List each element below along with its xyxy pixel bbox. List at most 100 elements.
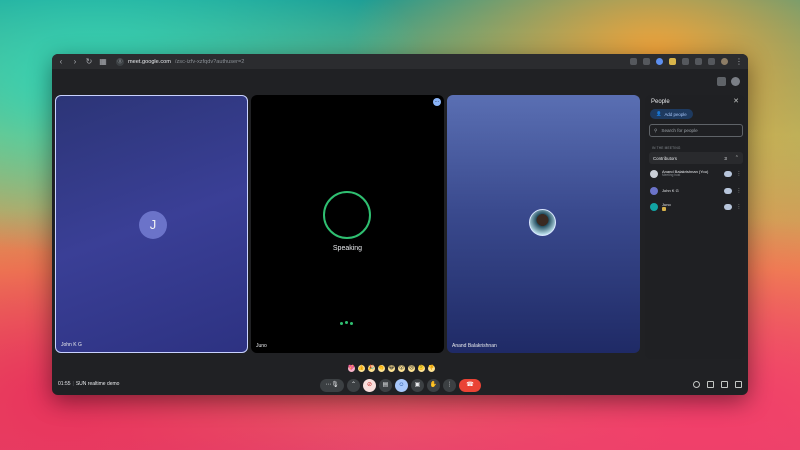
more-vert-icon[interactable]: ⋮ [736, 171, 742, 177]
person-info: Anand Balakrishnan (You) Meeting host [662, 169, 708, 178]
person-row[interactable]: Anand Balakrishnan (You) Meeting host ⋮ [650, 167, 742, 181]
reaction-emoji[interactable]: 🎉 [368, 364, 375, 372]
search-input[interactable]: ⚲ Search for people [649, 124, 743, 137]
bookmark-icon[interactable] [643, 58, 650, 65]
person-avatar [650, 170, 658, 178]
add-people-label: Add people [664, 111, 687, 117]
camera-off-icon[interactable]: ⊘ [363, 379, 376, 392]
audio-dot [340, 322, 343, 325]
chevron-up-icon: ⌃ [734, 155, 739, 161]
forward-icon[interactable]: › [70, 54, 80, 69]
participant-photo-avatar [529, 209, 556, 236]
search-placeholder: Search for people [661, 128, 698, 133]
meeting-details-icon[interactable] [693, 381, 700, 388]
back-icon[interactable]: ‹ [56, 54, 66, 69]
mic-status-icon [724, 188, 732, 194]
person-name: John K G [662, 187, 679, 193]
audio-indicator [340, 321, 353, 325]
section-label: IN THE MEETING [652, 146, 681, 150]
reaction-emoji[interactable]: 😢 [408, 364, 415, 372]
group-count: 3 [724, 155, 727, 161]
person-avatar [650, 203, 658, 211]
participant-name: John K G [61, 342, 82, 348]
address-bar[interactable]: ⓪ meet.google.com/zsc-izfv-xzfqdv?authus… [116, 57, 245, 66]
site-info-icon[interactable]: ⓪ [116, 57, 124, 66]
reaction-bar: 💖 👍 🎉 👏 😂 😮 😢 🤔 👎 [348, 362, 435, 374]
download-icon[interactable] [695, 58, 702, 65]
person-info: Juno [662, 202, 671, 212]
extension-icon-2[interactable] [669, 58, 676, 65]
meeting-info: 01:55 | SUN realtime demo [58, 381, 119, 387]
reaction-emoji[interactable]: 👍 [358, 364, 365, 372]
present-screen-icon[interactable]: ▣ [411, 379, 424, 392]
sidebar-icon[interactable] [708, 58, 715, 65]
browser-menu-icon[interactable]: ⋮ [734, 54, 744, 69]
emoji-reactions-button[interactable]: ☺ [395, 379, 408, 392]
audio-dot [350, 322, 353, 325]
mic-status-icon [724, 204, 732, 210]
person-row[interactable]: Juno ⋮ [650, 200, 742, 214]
zoom-icon[interactable] [630, 58, 637, 65]
reaction-emoji[interactable]: 💖 [348, 364, 355, 372]
close-icon[interactable]: ✕ [733, 95, 739, 109]
call-controls: ⋯🎙 ⌃ ⊘ ▤ ☺ ▣ ✋ ⋮ ☎ [320, 379, 481, 392]
audio-dot [345, 321, 348, 324]
url-host: meet.google.com [128, 58, 171, 65]
separator: | [72, 381, 74, 387]
reaction-emoji[interactable]: 🤔 [418, 364, 425, 372]
ai-badge-icon [662, 207, 666, 212]
person-avatar [650, 187, 658, 195]
extension-icon[interactable] [656, 58, 663, 65]
meeting-time: 01:55 [58, 381, 71, 387]
speaking-ring [323, 191, 371, 239]
person-row[interactable]: John K G ⋮ [650, 184, 742, 198]
camera-options-button[interactable]: ⌃ [347, 379, 360, 392]
contributors-group[interactable]: Contributors 3 ⌃ [649, 152, 743, 164]
extensions-icon[interactable]: ▦ [98, 54, 108, 69]
person-role: Meeting host [662, 173, 681, 178]
chat-icon[interactable] [707, 381, 714, 388]
meet-topbar [52, 69, 748, 93]
browser-toolbar: ‹ › ↻ ▦ ⓪ meet.google.com/zsc-izfv-xzfqd… [52, 54, 748, 69]
reaction-emoji[interactable]: 😂 [388, 364, 395, 372]
search-icon: ⚲ [654, 127, 658, 133]
speaking-status: Speaking [332, 245, 363, 252]
window-layout-icon[interactable] [717, 76, 726, 86]
reaction-emoji[interactable]: 😮 [398, 364, 405, 372]
side-controls [693, 381, 742, 388]
more-vert-icon[interactable]: ⋮ [736, 204, 742, 210]
participant-tile-juno[interactable]: ⋯ Speaking Juno [251, 95, 444, 353]
browser-window: ‹ › ↻ ▦ ⓪ meet.google.com/zsc-izfv-xzfqd… [52, 54, 748, 395]
meeting-controls-bar: 01:55 | SUN realtime demo ⋯🎙 ⌃ ⊘ ▤ ☺ ▣ ✋ ⋮… [52, 376, 748, 395]
mic-button[interactable]: ⋯🎙 [320, 379, 344, 392]
meeting-title: SUN realtime demo [75, 381, 120, 387]
participant-name: Juno [256, 343, 267, 349]
add-person-icon: 👤 [656, 111, 662, 116]
end-call-button[interactable]: ☎ [459, 379, 481, 392]
reaction-emoji[interactable]: 👎 [428, 364, 435, 372]
activities-icon[interactable] [721, 381, 728, 388]
reload-icon[interactable]: ↻ [84, 54, 94, 69]
participant-tile-anand[interactable]: Anand Balakrishnan [447, 95, 640, 353]
profile-avatar[interactable] [721, 58, 728, 65]
group-label: Contributors [653, 155, 677, 161]
more-options-icon[interactable]: ⋯ [433, 98, 441, 106]
raise-hand-icon[interactable]: ✋ [427, 379, 440, 392]
browser-actions: ⋮ [630, 54, 744, 69]
more-vert-icon[interactable]: ⋮ [736, 188, 742, 194]
captions-icon[interactable]: ▤ [379, 379, 392, 392]
reaction-emoji[interactable]: 👏 [378, 364, 385, 372]
participant-avatar: J [139, 211, 167, 239]
person-info: John K G [662, 187, 679, 194]
participant-tile-john[interactable]: J John K G [55, 95, 248, 353]
panel-title: People [651, 99, 670, 105]
extension-icon-3[interactable] [682, 58, 689, 65]
add-people-button[interactable]: 👤 Add people [650, 109, 693, 119]
mic-status-icon [724, 171, 732, 177]
url-path: /zsc-izfv-xzfqdv?authuser=2 [174, 58, 245, 65]
host-controls-icon[interactable] [735, 381, 742, 388]
more-options-icon[interactable]: ⋮ [443, 379, 456, 392]
account-avatar[interactable] [731, 76, 740, 86]
people-panel: People ✕ 👤 Add people ⚲ Search for peopl… [645, 95, 745, 359]
participant-name: Anand Balakrishnan [452, 343, 497, 349]
